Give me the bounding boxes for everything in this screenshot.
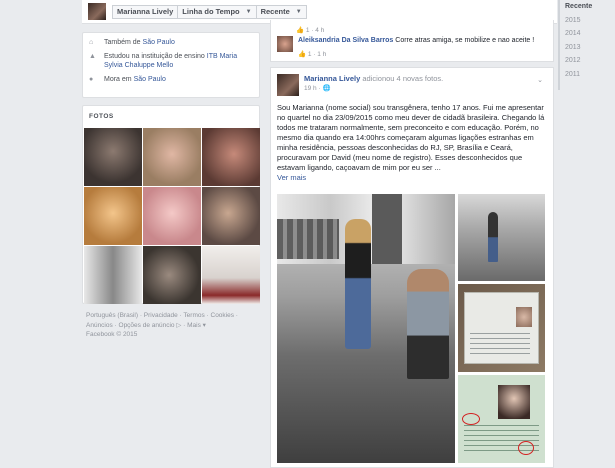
comment-body: Aleiksandria Da Silva Barros Corre atras…: [298, 36, 534, 52]
timeline-post: Marianna Lively adicionou 4 novas fotos.…: [270, 67, 554, 468]
photo-thumbnail[interactable]: [202, 246, 260, 304]
comment-reply-meta: 👍 1 · 1 h: [298, 50, 326, 58]
year-item-2012[interactable]: 2012: [565, 54, 615, 68]
intro-card: ⌂ Também de São Paulo ▲ Estudou na insti…: [82, 32, 260, 98]
photo-door: [372, 194, 402, 264]
id-card-photo: [498, 385, 530, 419]
footer-links-2[interactable]: Anúncios · Opções de anúncio ▷ · Mais ▾: [86, 321, 261, 331]
post-header: Marianna Lively adicionou 4 novas fotos.…: [277, 74, 443, 96]
year-item-2011[interactable]: 2011: [565, 68, 615, 82]
profile-name-link[interactable]: Marianna Lively: [113, 5, 179, 18]
year-navigation: Recente 2015 2014 2013 2012 2011: [558, 0, 615, 90]
red-annotation-circle: [518, 441, 534, 455]
current-city-prefix: Mora em: [104, 76, 134, 83]
footer-links-1[interactable]: Português (Brasil) · Privacidade · Termo…: [86, 311, 261, 321]
graduation-cap-icon: ▲: [89, 53, 96, 60]
red-annotation-circle: [462, 413, 480, 425]
post-body: Sou Marianna (nome social) sou transgêne…: [277, 103, 549, 183]
photo-thumbnail[interactable]: [84, 187, 142, 245]
intro-current-city: ● Mora em São Paulo: [89, 75, 253, 84]
intro-education: ▲ Estudou na instituição de ensino ITB M…: [89, 52, 253, 70]
document-lines: [470, 333, 530, 357]
photo-crowd: [277, 219, 339, 259]
photo-person-walking: [345, 219, 371, 349]
location-pin-icon: ●: [89, 76, 94, 83]
year-item-2015[interactable]: 2015: [565, 14, 615, 28]
timeline-dropdown[interactable]: Linha do Tempo ▼: [178, 5, 257, 18]
year-item-recent[interactable]: Recente: [565, 0, 615, 14]
timeline-nav: Marianna Lively Linha do Tempo ▼ Recente ▼: [112, 4, 307, 19]
photo-person-seated: [407, 269, 449, 379]
photo-thumbnail[interactable]: [143, 128, 201, 186]
comment-text: Corre atras amiga, se mobilize e nao ace…: [393, 37, 535, 44]
hometown-text: Também de São Paulo: [104, 38, 175, 47]
post-action-text: adicionou 4 novas fotos.: [360, 74, 444, 83]
post-photo-hallway[interactable]: [458, 194, 545, 281]
thumbs-up-icon: 👍: [298, 51, 307, 58]
education-prefix: Estudou na instituição de ensino: [104, 53, 207, 60]
photos-card: FOTOS: [82, 105, 260, 304]
chevron-down-icon: ▼: [295, 8, 302, 15]
year-item-2013[interactable]: 2013: [565, 41, 615, 55]
photo-thumbnail[interactable]: [84, 128, 142, 186]
author-avatar[interactable]: [277, 74, 299, 96]
intro-hometown: ⌂ Também de São Paulo: [89, 38, 253, 47]
year-item-2014[interactable]: 2014: [565, 27, 615, 41]
photo-thumbnail[interactable]: [202, 128, 260, 186]
globe-icon: 🌐: [322, 85, 331, 92]
hometown-prefix: Também de: [104, 39, 143, 46]
comment-reply-meta-text: 1 · 1 h: [307, 51, 327, 58]
hometown-link[interactable]: São Paulo: [143, 39, 175, 46]
post-photo-id-card[interactable]: [458, 375, 545, 463]
comment-meta: 👍 1 · 4 h: [296, 26, 324, 34]
timeline-label: Linha do Tempo: [182, 7, 240, 16]
thumbs-up-icon: 👍: [296, 27, 305, 34]
photo-person-standing: [488, 212, 498, 262]
post-timestamp[interactable]: 19 h · 🌐: [304, 84, 443, 94]
current-city-text: Mora em São Paulo: [104, 75, 166, 84]
page-footer: Português (Brasil) · Privacidade · Termo…: [86, 311, 261, 340]
current-city-link[interactable]: São Paulo: [134, 76, 166, 83]
post-photo-main[interactable]: [277, 194, 455, 463]
post-time-text: 19 h ·: [304, 85, 323, 92]
see-more-link[interactable]: Ver mais: [277, 173, 306, 182]
commenter-avatar[interactable]: [277, 36, 293, 52]
home-icon: ⌂: [89, 39, 94, 46]
author-name-link[interactable]: Marianna Lively: [304, 74, 360, 83]
photo-thumbnail[interactable]: [143, 246, 201, 304]
footer-copyright: Facebook © 2015: [86, 331, 138, 338]
photos-grid: [84, 128, 260, 304]
recent-dropdown[interactable]: Recente ▼: [257, 6, 306, 18]
post-photo-document[interactable]: [458, 284, 545, 372]
education-text: Estudou na instituição de ensino ITB Mar…: [104, 52, 253, 70]
profile-avatar-small[interactable]: [88, 3, 106, 20]
photo-document-card: [464, 292, 539, 364]
comment-meta-text: 1 · 4 h: [305, 27, 325, 34]
post-title: Marianna Lively adicionou 4 novas fotos.: [304, 74, 443, 84]
chevron-down-icon[interactable]: ⌄: [537, 76, 543, 84]
photos-header[interactable]: FOTOS: [83, 106, 259, 124]
document-photo: [516, 307, 532, 327]
commenter-name-link[interactable]: Aleiksandria Da Silva Barros: [298, 37, 393, 44]
previous-post-comments: 👍 1 · 4 h Aleiksandria Da Silva Barros C…: [270, 20, 554, 62]
photo-thumbnail[interactable]: [143, 187, 201, 245]
photo-thumbnail[interactable]: [84, 246, 142, 304]
photo-thumbnail[interactable]: [202, 187, 260, 245]
recent-label: Recente: [260, 7, 290, 16]
chevron-down-icon: ▼: [245, 8, 252, 15]
post-body-text: Sou Marianna (nome social) sou transgêne…: [277, 103, 545, 172]
